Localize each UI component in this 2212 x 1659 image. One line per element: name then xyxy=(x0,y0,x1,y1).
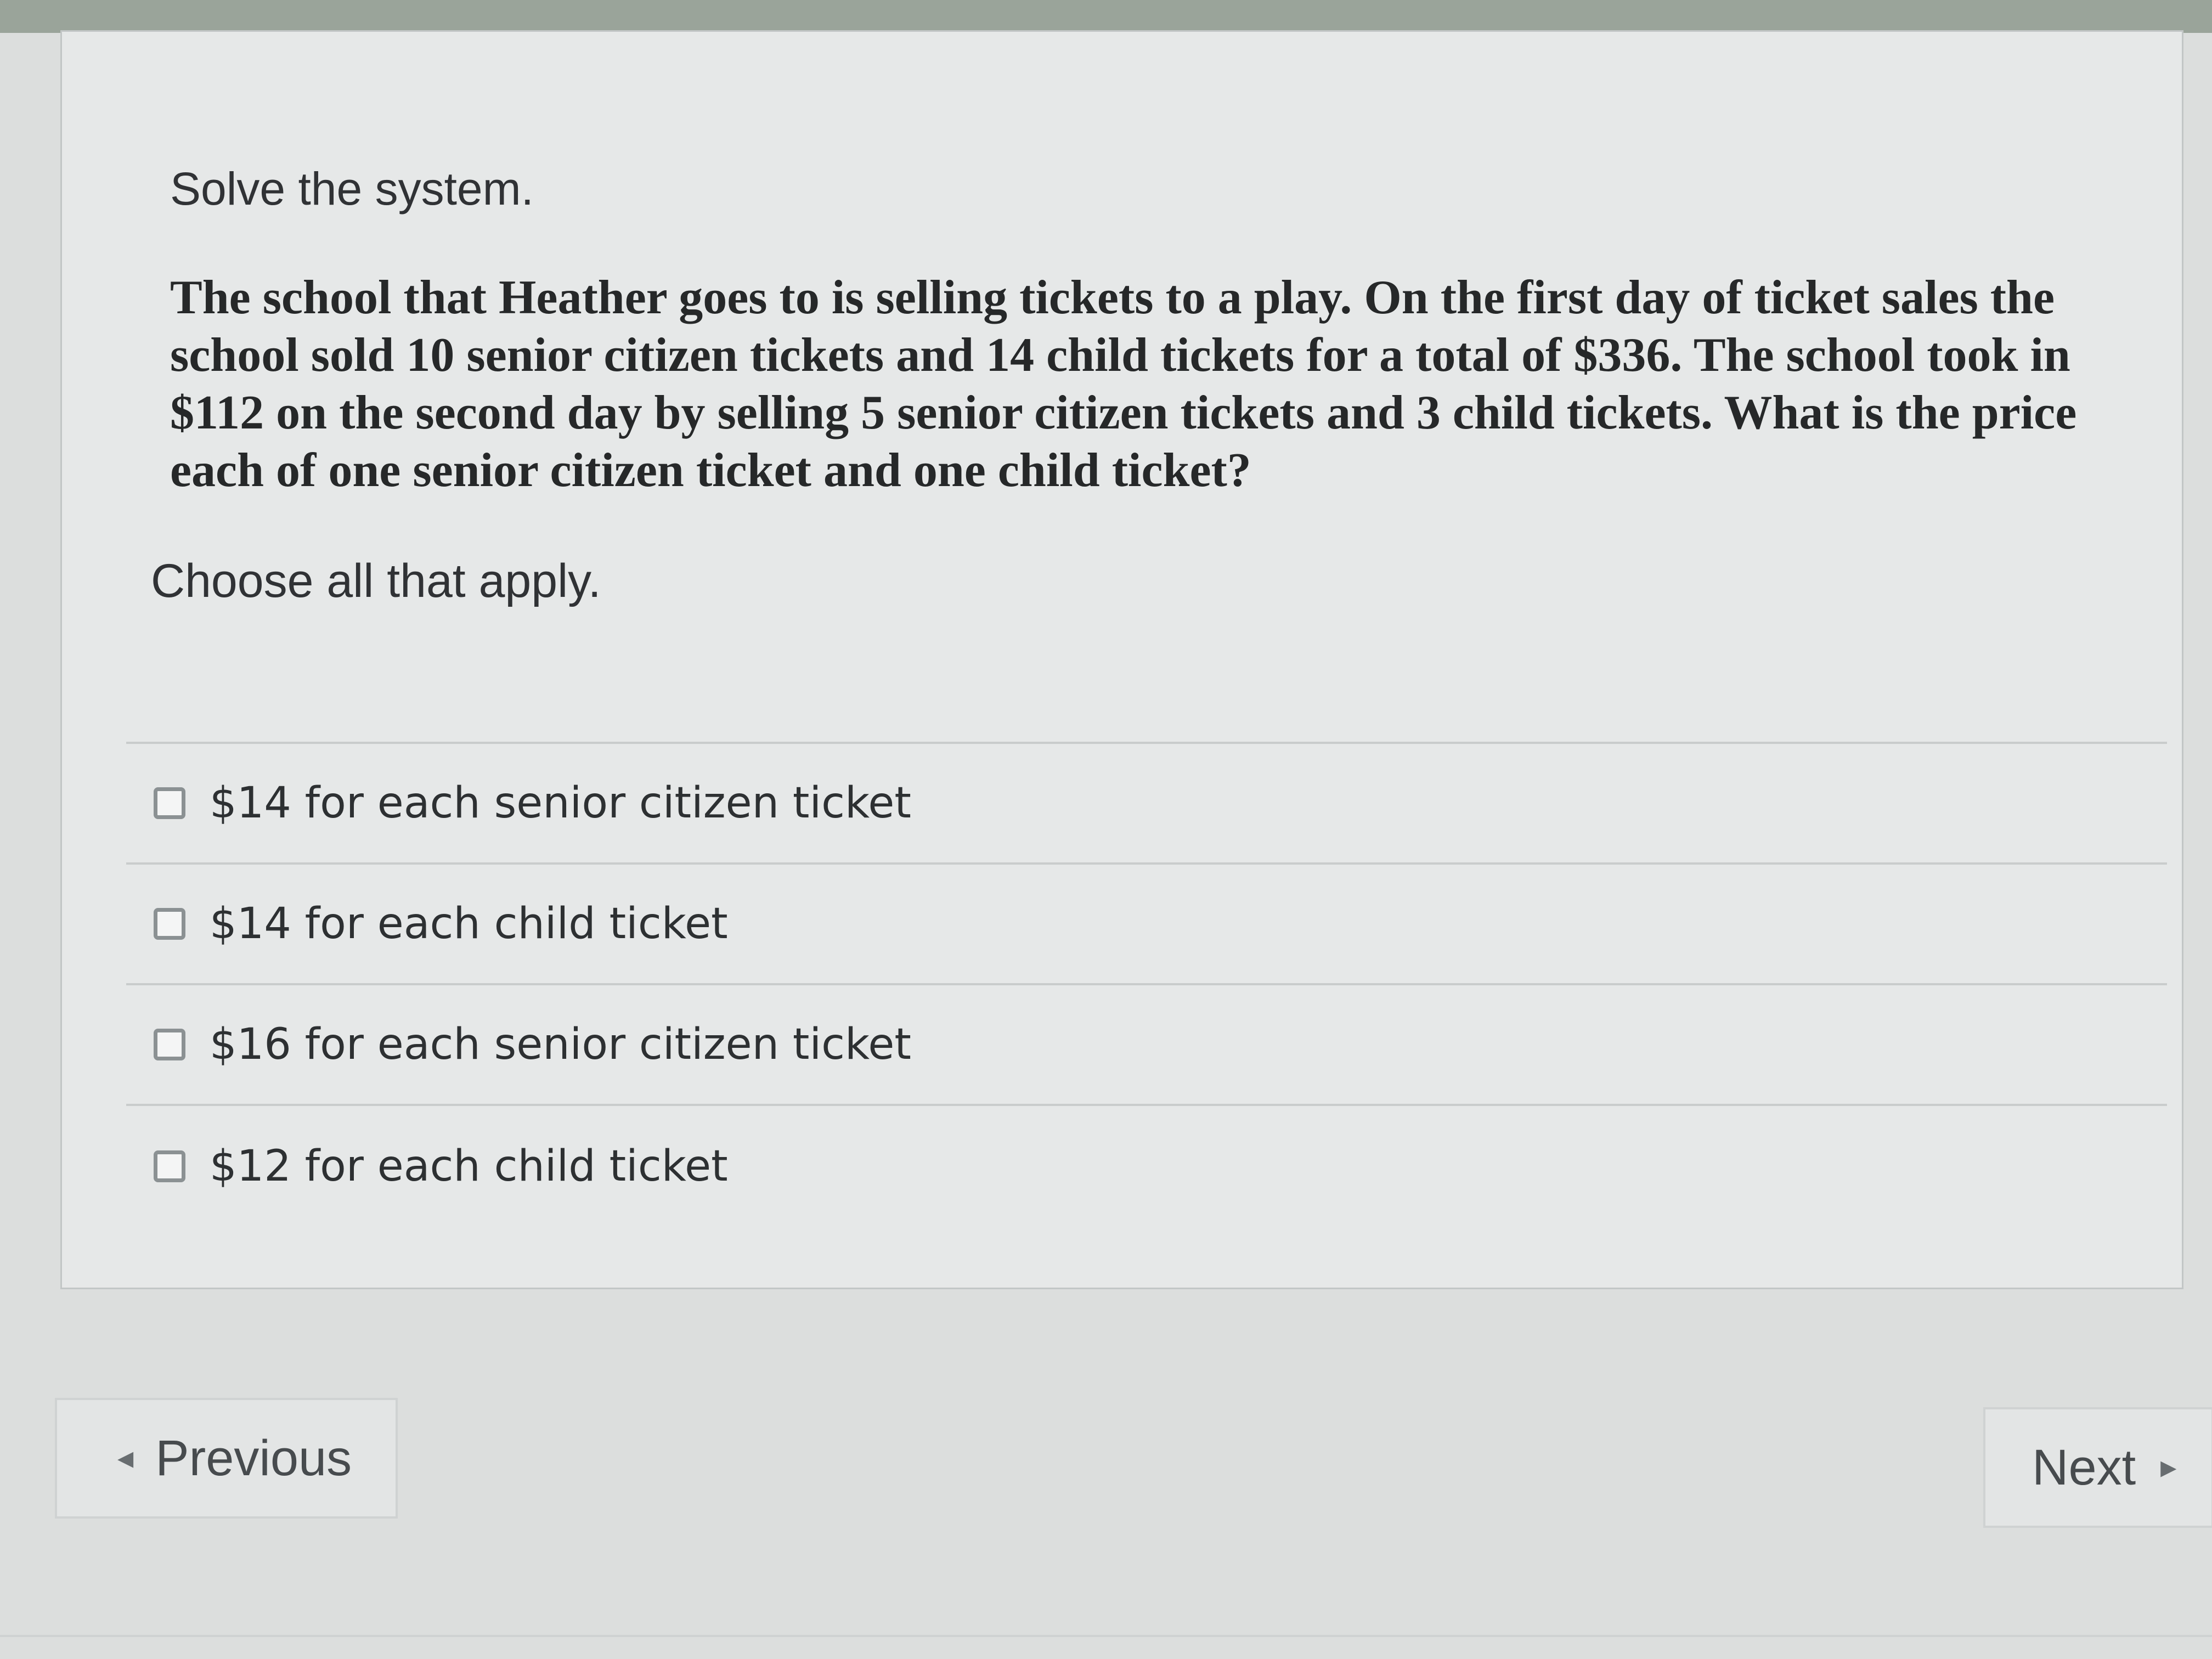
option-label[interactable]: $14 for each child ticket xyxy=(210,899,728,949)
question-instruction: Solve the system. xyxy=(170,163,534,215)
option-label[interactable]: $12 for each child ticket xyxy=(210,1142,728,1191)
question-text: The school that Heather goes to is selli… xyxy=(170,271,2077,497)
option-checkbox[interactable] xyxy=(154,908,185,940)
chevron-left-icon: ◀ xyxy=(117,1447,134,1470)
option-checkbox[interactable] xyxy=(154,1150,185,1182)
chevron-right-icon: ▶ xyxy=(2160,1456,2177,1480)
top-bar xyxy=(0,0,2212,33)
previous-button[interactable]: ◀ Previous xyxy=(55,1398,398,1519)
option-checkbox[interactable] xyxy=(154,787,185,819)
answer-options: $14 for each senior citizen ticket $14 f… xyxy=(126,742,2167,1227)
next-button[interactable]: Next ▶ xyxy=(1983,1407,2212,1528)
next-label: Next xyxy=(2032,1439,2136,1496)
choose-prompt: Choose all that apply. xyxy=(151,555,601,607)
option-label[interactable]: $16 for each senior citizen ticket xyxy=(210,1020,911,1069)
option-label[interactable]: $14 for each senior citizen ticket xyxy=(210,778,911,828)
answer-option[interactable]: $14 for each senior citizen ticket xyxy=(126,744,2167,865)
option-checkbox[interactable] xyxy=(154,1029,185,1060)
answer-option[interactable]: $16 for each senior citizen ticket xyxy=(126,985,2167,1106)
previous-label: Previous xyxy=(155,1430,352,1486)
page-bottom-divider xyxy=(0,1635,2212,1637)
answer-option[interactable]: $14 for each child ticket xyxy=(126,865,2167,985)
answer-option[interactable]: $12 for each child ticket xyxy=(126,1106,2167,1227)
